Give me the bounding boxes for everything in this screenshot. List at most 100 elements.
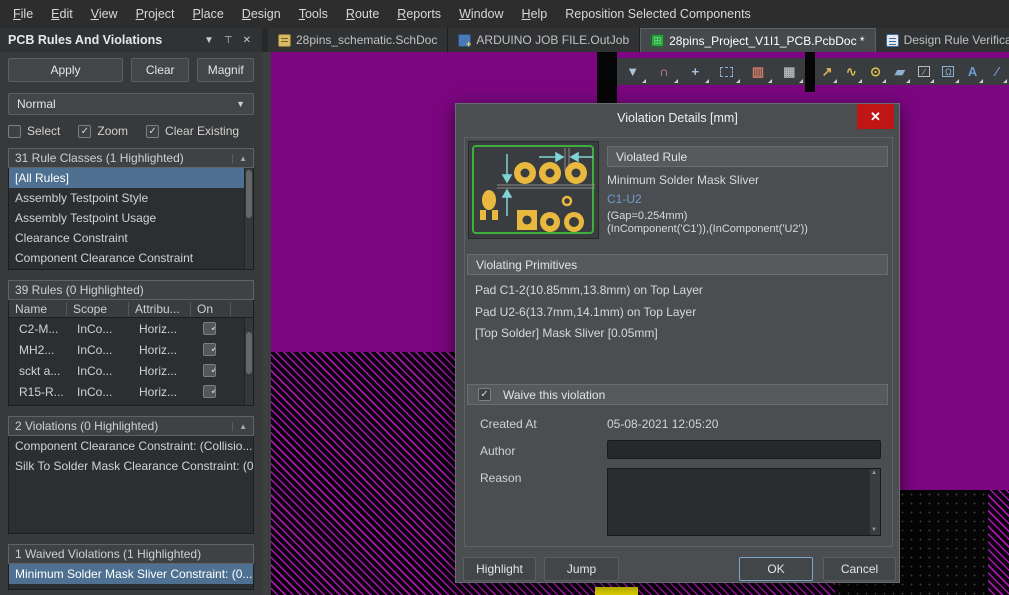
checkbox-zoom[interactable]: Zoom — [78, 124, 128, 138]
tab-28pins-project-v1i1-pcb-pcbdoc[interactable]: 28pins_Project_V1I1_PCB.PcbDoc * — [640, 28, 875, 52]
rule-on-checkbox[interactable] — [203, 385, 216, 398]
clear-button[interactable]: Clear — [131, 58, 189, 82]
scroll-up-icon[interactable]: ▲ — [870, 469, 878, 478]
pcb-preview-graphic — [469, 142, 598, 238]
rule-class-item-all-rules[interactable]: [All Rules] — [9, 168, 253, 188]
rules-column-headers[interactable]: Name Scope Attribu... On — [8, 300, 254, 318]
menu-help[interactable]: Help — [513, 0, 557, 28]
pcb-rules-panel: Apply Clear Magnif Normal ▼ Select Zoom Cl… — [0, 52, 262, 595]
column-attributes[interactable]: Attribu... — [129, 302, 191, 316]
jump-button[interactable]: Jump — [544, 557, 619, 581]
board-cutout-region-2[interactable] — [805, 52, 815, 92]
text-string-icon[interactable]: A — [961, 58, 985, 85]
magnet-icon[interactable]: ∩ — [648, 58, 679, 85]
rule-on-checkbox[interactable] — [203, 364, 216, 377]
violating-primitives-header: Violating Primitives — [467, 254, 888, 275]
menu-design[interactable]: Design — [233, 0, 290, 28]
tab-arduino-job-file-outjob[interactable]: ARDUINO JOB FILE.OutJob — [448, 28, 640, 52]
checkbox-clear-existing[interactable]: Clear Existing — [146, 124, 239, 138]
tab-28pins-schematic-schdoc[interactable]: 28pins_schematic.SchDoc — [268, 28, 448, 52]
rule-scope-link[interactable]: C1-U2 — [607, 192, 642, 206]
panel-dropdown-icon[interactable]: ▼ — [199, 35, 219, 46]
document-tabs: 28pins_schematic.SchDocARDUINO JOB FILE.… — [268, 28, 1009, 52]
panel-pin-icon[interactable]: ⊤ — [219, 35, 238, 46]
reason-scrollbar[interactable]: ▲ ▼ — [870, 469, 880, 535]
violation-item[interactable]: Component Clearance Constraint: (Collisi… — [9, 436, 253, 456]
panel-close-icon[interactable]: ✕ — [238, 35, 256, 46]
crosshair-icon[interactable]: + — [680, 58, 711, 85]
board-stackup-icon-glyph: ▥ — [752, 64, 764, 80]
column-name[interactable]: Name — [9, 302, 67, 316]
rule-classes-header[interactable]: 31 Rule Classes (1 Highlighted) ▲ — [8, 148, 254, 168]
schematic-doc-icon — [278, 34, 291, 47]
rule-class-item-component-clearance-constraint[interactable]: Component Clearance Constraint — [9, 248, 253, 268]
waive-checkbox[interactable] — [478, 388, 491, 401]
cancel-button[interactable]: Cancel — [823, 557, 896, 581]
zoom-checkbox[interactable] — [78, 125, 91, 138]
polygon-pour-hatched-right[interactable] — [988, 490, 1009, 595]
select-checkbox[interactable] — [8, 125, 21, 138]
tab-design-rule-verification-report[interactable]: Design Rule Verification Report — [876, 28, 1009, 52]
interactive-routing-icon[interactable]: ↗ — [815, 58, 839, 85]
reason-field[interactable] — [608, 469, 871, 535]
component-icon[interactable]: ▦ — [774, 58, 805, 85]
menu-route[interactable]: Route — [337, 0, 388, 28]
waive-violation-row: Waive this violation — [467, 384, 888, 405]
menu-place[interactable]: Place — [184, 0, 233, 28]
violating-primitive-2[interactable]: [Top Solder] Mask Sliver [0.05mm] — [475, 326, 658, 340]
footprint-icon[interactable]: Ω — [936, 58, 960, 85]
rule-class-item-assembly-testpoint-usage[interactable]: Assembly Testpoint Usage — [9, 208, 253, 228]
table-row-c2-m[interactable]: C2-M...InCo...Horiz... — [9, 318, 253, 339]
waived-violations-header[interactable]: 1 Waived Violations (1 Highlighted) — [8, 544, 254, 564]
table-row-r15-r[interactable]: R15-R...InCo...Horiz... — [9, 381, 253, 402]
rule-classes-scrollbar[interactable] — [244, 168, 253, 269]
table-row-sckt-a[interactable]: sckt a...InCo...Horiz... — [9, 360, 253, 381]
display-mode-dropdown[interactable]: Normal ▼ — [8, 93, 254, 115]
top-overlay-track[interactable] — [595, 587, 638, 595]
menu-window[interactable]: Window — [450, 0, 512, 28]
column-scope[interactable]: Scope — [67, 302, 129, 316]
violation-item[interactable]: Silk To Solder Mask Clearance Constraint… — [9, 456, 253, 476]
menu-reports[interactable]: Reports — [388, 0, 450, 28]
violations-header[interactable]: 2 Violations (0 Highlighted) ▲ — [8, 416, 254, 436]
apply-button[interactable]: Apply — [8, 58, 123, 82]
close-icon[interactable]: ✕ — [857, 104, 894, 129]
menu-tools[interactable]: Tools — [290, 0, 337, 28]
violating-primitive-1[interactable]: Pad U2-6(13.7mm,14.1mm) on Top Layer — [475, 305, 696, 319]
dialog-titlebar[interactable]: Violation Details [mm] ✕ — [456, 104, 899, 131]
menu-project[interactable]: Project — [127, 0, 184, 28]
polygon-pour-icon[interactable]: ▰ — [888, 58, 912, 85]
violating-primitive-0[interactable]: Pad C1-2(10.85mm,13.8mm) on Top Layer — [475, 283, 703, 297]
checkbox-label: Clear Existing — [165, 124, 239, 138]
line-icon[interactable]: ∕ — [985, 58, 1009, 85]
highlight-button[interactable]: Highlight — [463, 557, 536, 581]
waived-violation-item[interactable]: Minimum Solder Mask Sliver Constraint: (… — [9, 564, 253, 584]
magnify-button[interactable]: Magnif — [197, 58, 254, 82]
table-row-mh2[interactable]: MH2...InCo...Horiz... — [9, 339, 253, 360]
board-cutout-region[interactable] — [597, 52, 617, 110]
differential-pair-icon[interactable]: ∿ — [839, 58, 863, 85]
rule-class-item-assembly-testpoint-style[interactable]: Assembly Testpoint Style — [9, 188, 253, 208]
rules-header[interactable]: 39 Rules (0 Highlighted) — [8, 280, 254, 300]
panel-splitter[interactable] — [262, 52, 271, 595]
rule-on-checkbox[interactable] — [203, 322, 216, 335]
rule-on-checkbox[interactable] — [203, 343, 216, 356]
column-on[interactable]: On — [191, 302, 231, 316]
checkbox-select[interactable]: Select — [8, 124, 60, 138]
board-stackup-icon[interactable]: ▥ — [742, 58, 773, 85]
via-icon[interactable]: ⊙ — [864, 58, 888, 85]
menu-view[interactable]: View — [82, 0, 127, 28]
ok-button[interactable]: OK — [739, 557, 813, 581]
author-field[interactable] — [607, 440, 881, 459]
tab-label: Design Rule Verification Report — [904, 33, 1009, 47]
selection-rect-icon[interactable] — [711, 58, 742, 85]
menu-edit[interactable]: Edit — [42, 0, 82, 28]
rules-scrollbar[interactable] — [244, 318, 253, 405]
slice-icon[interactable]: ∕ — [912, 58, 936, 85]
filter-icon-glyph: ▼ — [626, 64, 639, 79]
filter-icon[interactable]: ▼ — [617, 58, 648, 85]
rule-class-item-clearance-constraint[interactable]: Clearance Constraint — [9, 228, 253, 248]
menu-file[interactable]: File — [4, 0, 42, 28]
clear-existing-checkbox[interactable] — [146, 125, 159, 138]
scroll-down-icon[interactable]: ▼ — [870, 526, 878, 535]
